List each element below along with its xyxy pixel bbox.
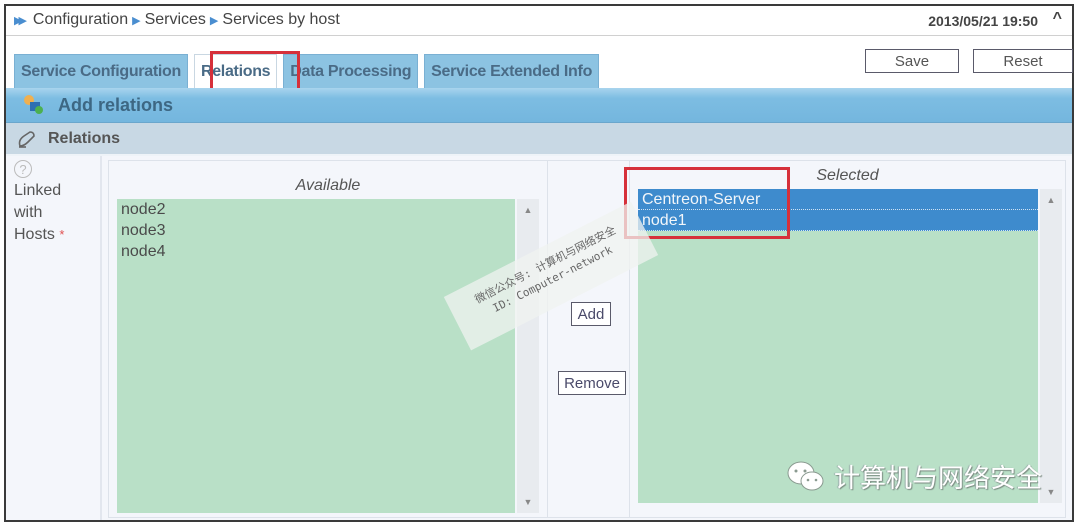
label-line: with <box>14 204 43 221</box>
linked-with-hosts-label: Linked with Hosts * <box>14 180 94 246</box>
required-marker: * <box>59 227 65 242</box>
double-arrow-icon: ▶▶ <box>14 14 27 27</box>
breadcrumb-configuration[interactable]: Configuration <box>33 11 128 29</box>
breadcrumb-bar: ▶▶ Configuration ▶ Services ▶ Services b… <box>6 6 1072 36</box>
list-item-selected[interactable]: Centreon-Server <box>638 189 1038 210</box>
label-line: Linked <box>14 182 62 199</box>
breadcrumb-services[interactable]: Services <box>145 11 206 29</box>
scroll-down-icon[interactable]: ▼ <box>517 497 539 507</box>
available-scrollbar[interactable]: ▲ ▼ <box>517 199 539 513</box>
save-button[interactable]: Save <box>865 49 959 73</box>
tab-service-extended-info[interactable]: Service Extended Info <box>424 54 600 88</box>
add-relations-icon <box>24 95 43 114</box>
scroll-up-icon[interactable]: ▲ <box>517 205 539 215</box>
reset-button[interactable]: Reset <box>973 49 1073 73</box>
collapse-icon[interactable]: ^ <box>1053 10 1062 28</box>
available-title: Available <box>295 177 361 194</box>
list-item-selected[interactable]: node1 <box>638 210 1038 231</box>
wechat-icon <box>787 461 824 490</box>
add-button[interactable]: Add <box>571 302 611 326</box>
selected-hosts-list[interactable]: Centreon-Server node1 <box>638 189 1038 503</box>
list-item[interactable]: node2 <box>117 199 515 220</box>
main-window: ▶▶ Configuration ▶ Services ▶ Services b… <box>4 4 1074 522</box>
label-line: Hosts <box>14 226 55 243</box>
brand-text: 计算机与网络安全 <box>834 463 1043 493</box>
wechat-brand: 计算机与网络安全 <box>786 458 1042 495</box>
breadcrumb-services-by-host[interactable]: Services by host <box>222 11 339 29</box>
tab-relations[interactable]: Relations <box>193 54 278 88</box>
selected-scrollbar[interactable]: ▲ ▼ <box>1040 189 1062 503</box>
relations-title: Relations <box>48 130 121 147</box>
breadcrumb-separator-icon: ▶ <box>209 14 219 27</box>
add-relations-header: Add relations <box>6 88 1072 123</box>
breadcrumb: ▶▶ Configuration ▶ Services ▶ Services b… <box>14 11 340 29</box>
scroll-up-icon[interactable]: ▲ <box>1040 195 1062 205</box>
remove-button[interactable]: Remove <box>558 371 626 395</box>
list-item[interactable]: node4 <box>117 241 515 262</box>
add-relations-title: Add relations <box>58 95 174 115</box>
available-hosts-list[interactable]: node2 node3 node4 <box>117 199 515 513</box>
tab-service-configuration[interactable]: Service Configuration <box>14 54 188 88</box>
relations-header: Relations <box>6 123 1072 156</box>
scroll-down-icon[interactable]: ▼ <box>1040 487 1062 497</box>
help-icon[interactable]: ? <box>14 160 32 178</box>
field-label-column: ? Linked with Hosts * <box>6 156 102 520</box>
tab-data-processing[interactable]: Data Processing <box>283 54 419 88</box>
datetime: 2013/05/21 19:50 <box>928 13 1038 29</box>
list-item[interactable]: node3 <box>117 220 515 241</box>
tab-bar: Service Configuration Relations Data Pro… <box>14 54 600 88</box>
relations-link-icon <box>18 131 35 148</box>
breadcrumb-separator-icon: ▶ <box>132 14 141 27</box>
selected-title: Selected <box>816 167 879 184</box>
